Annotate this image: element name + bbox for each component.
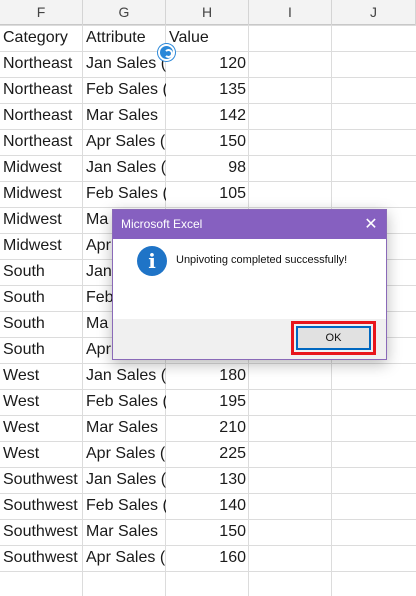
message-dialog: Microsoft Excel ✕ i Unpivoting completed… bbox=[112, 209, 387, 360]
info-icon: i bbox=[137, 246, 167, 276]
cell-category[interactable]: Southwest bbox=[0, 467, 83, 493]
cell-attribute[interactable]: Mar Sales bbox=[83, 103, 166, 129]
cell-category[interactable]: Northeast bbox=[0, 129, 83, 155]
cell-attribute[interactable]: Feb Sales ( bbox=[83, 389, 166, 415]
cell-value[interactable]: 210 bbox=[166, 415, 249, 441]
loading-cursor-icon bbox=[158, 44, 175, 61]
cell-category[interactable]: Midwest bbox=[0, 155, 83, 181]
cell-category[interactable]: South bbox=[0, 311, 83, 337]
cell-category[interactable]: Southwest bbox=[0, 493, 83, 519]
cell-category[interactable]: Northeast bbox=[0, 103, 83, 129]
cell-category[interactable]: Northeast bbox=[0, 77, 83, 103]
cell-attribute[interactable]: Jan Sales ( bbox=[83, 363, 166, 389]
cell-category[interactable]: West bbox=[0, 363, 83, 389]
cell-value[interactable]: 142 bbox=[166, 103, 249, 129]
cell-value[interactable]: 98 bbox=[166, 155, 249, 181]
cell-attribute[interactable]: Jan Sales ( bbox=[83, 467, 166, 493]
cell-category[interactable]: Southwest bbox=[0, 545, 83, 571]
cell-value[interactable]: 150 bbox=[166, 519, 249, 545]
cell-category[interactable]: Midwest bbox=[0, 233, 83, 259]
cell-category[interactable]: South bbox=[0, 259, 83, 285]
cell-value[interactable]: 225 bbox=[166, 441, 249, 467]
cell-attribute[interactable]: Feb Sales ( bbox=[83, 77, 166, 103]
cell-value[interactable]: 180 bbox=[166, 363, 249, 389]
cell-category[interactable]: Southwest bbox=[0, 519, 83, 545]
cell-attribute[interactable]: Jan Sales ( bbox=[83, 51, 166, 77]
cell-category[interactable]: West bbox=[0, 415, 83, 441]
cell-value[interactable]: 140 bbox=[166, 493, 249, 519]
header-cell-value[interactable]: Value bbox=[166, 25, 249, 51]
header-cell-category[interactable]: Category bbox=[0, 25, 83, 51]
cell-value[interactable]: 105 bbox=[166, 181, 249, 207]
column-header-row: FGHIJ bbox=[0, 0, 416, 25]
cell-value[interactable]: 150 bbox=[166, 129, 249, 155]
cell-value[interactable]: 130 bbox=[166, 467, 249, 493]
ok-button[interactable]: OK bbox=[296, 326, 371, 350]
cell-value[interactable]: 160 bbox=[166, 545, 249, 571]
header-cell-attribute[interactable]: Attribute bbox=[83, 25, 166, 51]
cell-attribute[interactable]: Apr Sales ( bbox=[83, 441, 166, 467]
cell-value[interactable]: 120 bbox=[166, 51, 249, 77]
cell-value[interactable]: 135 bbox=[166, 77, 249, 103]
cell-category[interactable]: West bbox=[0, 389, 83, 415]
cell-attribute[interactable]: Jan Sales ( bbox=[83, 155, 166, 181]
cell-category[interactable]: Northeast bbox=[0, 51, 83, 77]
cell-category[interactable]: West bbox=[0, 441, 83, 467]
dialog-title: Microsoft Excel bbox=[121, 217, 203, 231]
close-icon[interactable]: ✕ bbox=[356, 210, 386, 239]
cell-attribute[interactable]: Mar Sales bbox=[83, 519, 166, 545]
dialog-titlebar[interactable]: Microsoft Excel ✕ bbox=[113, 210, 386, 239]
cell-attribute[interactable]: Feb Sales ( bbox=[83, 181, 166, 207]
cell-category[interactable]: South bbox=[0, 337, 83, 363]
column-header-g[interactable]: G bbox=[83, 0, 166, 25]
dialog-message: Unpivoting completed successfully! bbox=[176, 254, 348, 266]
cell-category[interactable]: Midwest bbox=[0, 207, 83, 233]
cell-attribute[interactable]: Apr Sales ( bbox=[83, 129, 166, 155]
column-header-j[interactable]: J bbox=[332, 0, 416, 25]
cell-attribute[interactable]: Apr Sales ( bbox=[83, 545, 166, 571]
cell-value[interactable]: 195 bbox=[166, 389, 249, 415]
column-header-f[interactable]: F bbox=[0, 0, 83, 25]
column-header-i[interactable]: I bbox=[249, 0, 332, 25]
cell-attribute[interactable]: Feb Sales ( bbox=[83, 493, 166, 519]
cell-attribute[interactable]: Mar Sales bbox=[83, 415, 166, 441]
column-header-h[interactable]: H bbox=[166, 0, 249, 25]
cell-category[interactable]: Midwest bbox=[0, 181, 83, 207]
cell-category[interactable]: South bbox=[0, 285, 83, 311]
